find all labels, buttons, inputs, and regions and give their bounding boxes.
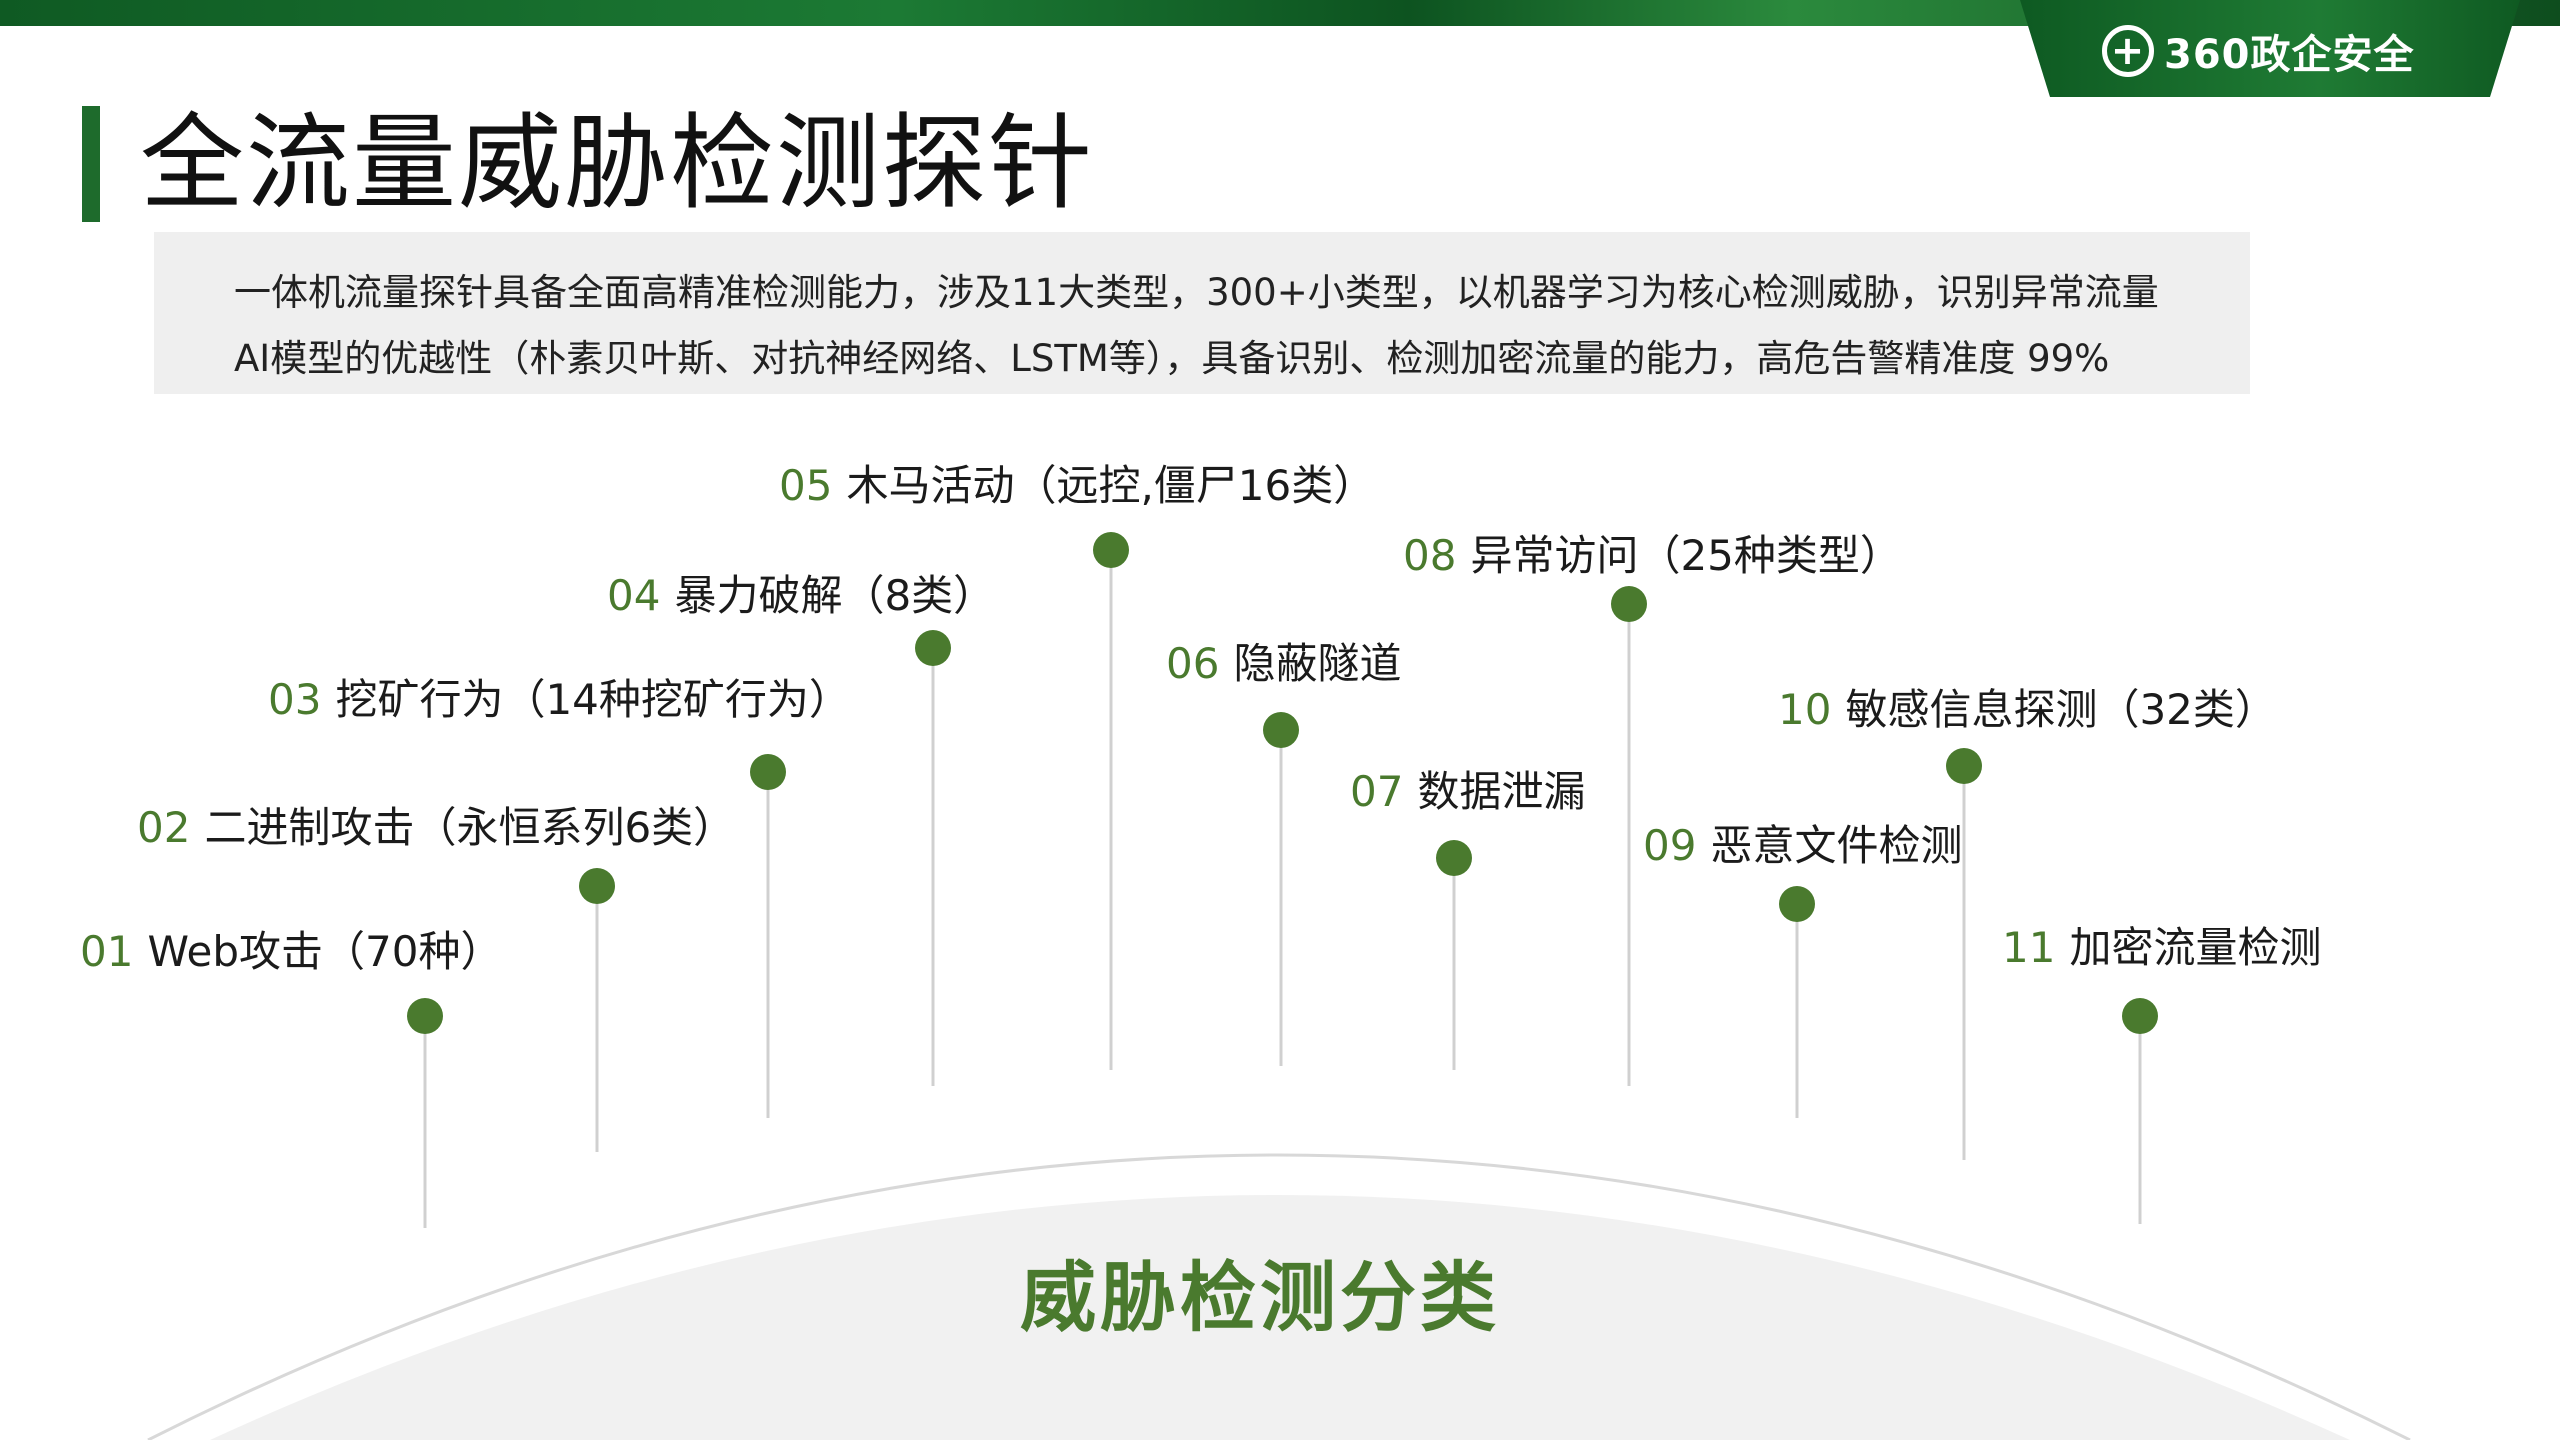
category-number: 11 bbox=[2002, 923, 2056, 972]
category-05: 05 木马活动（远控,僵尸16类） bbox=[779, 452, 1375, 513]
marker-dot-02 bbox=[579, 868, 615, 904]
category-text: 隐蔽隧道 bbox=[1233, 639, 1402, 688]
category-number: 10 bbox=[1778, 685, 1832, 734]
marker-dot-08 bbox=[1611, 586, 1647, 622]
category-number: 02 bbox=[137, 803, 191, 852]
marker-dot-01 bbox=[407, 998, 443, 1034]
category-06: 06 隐蔽隧道 bbox=[1166, 630, 1401, 691]
marker-dot-05 bbox=[1093, 532, 1129, 568]
category-number: 06 bbox=[1166, 639, 1220, 688]
marker-dot-04 bbox=[915, 630, 951, 666]
marker-dot-07 bbox=[1436, 840, 1472, 876]
category-text: 挖矿行为（14种挖矿行为） bbox=[335, 675, 851, 724]
category-number: 01 bbox=[80, 927, 134, 976]
category-02: 02 二进制攻击（永恒系列6类） bbox=[137, 794, 735, 855]
category-number: 08 bbox=[1403, 531, 1457, 580]
marker-dot-03 bbox=[750, 754, 786, 790]
marker-dot-11 bbox=[2122, 998, 2158, 1034]
category-number: 07 bbox=[1350, 767, 1404, 816]
category-number: 03 bbox=[268, 675, 322, 724]
category-number: 05 bbox=[779, 461, 833, 510]
category-text: 加密流量检测 bbox=[2069, 923, 2322, 972]
category-04: 04 暴力破解（8类） bbox=[607, 562, 995, 623]
category-number: 09 bbox=[1643, 821, 1697, 870]
category-text: 敏感信息探测（32类） bbox=[1845, 685, 2277, 734]
category-text: 二进制攻击（永恒系列6类） bbox=[204, 803, 736, 852]
category-10: 10 敏感信息探测（32类） bbox=[1778, 676, 2277, 737]
category-01: 01 Web攻击（70种） bbox=[80, 918, 502, 979]
category-09: 09 恶意文件检测 bbox=[1643, 812, 1962, 873]
category-text: 异常访问（25种类型） bbox=[1470, 531, 1902, 580]
category-text: 木马活动（远控,僵尸16类） bbox=[846, 461, 1376, 510]
category-text: 暴力破解（8类） bbox=[674, 571, 996, 620]
center-title: 威胁检测分类 bbox=[1020, 1253, 1500, 1342]
marker-dot-10 bbox=[1946, 748, 1982, 784]
marker-dot-09 bbox=[1779, 886, 1815, 922]
category-number: 04 bbox=[607, 571, 661, 620]
category-11: 11 加密流量检测 bbox=[2002, 914, 2321, 975]
category-08: 08 异常访问（25种类型） bbox=[1403, 522, 1902, 583]
category-text: 数据泄漏 bbox=[1417, 767, 1586, 816]
category-text: 恶意文件检测 bbox=[1710, 821, 1963, 870]
category-03: 03 挖矿行为（14种挖矿行为） bbox=[268, 666, 851, 727]
category-text: Web攻击（70种） bbox=[147, 927, 503, 976]
category-07: 07 数据泄漏 bbox=[1350, 758, 1585, 819]
marker-dot-06 bbox=[1263, 712, 1299, 748]
